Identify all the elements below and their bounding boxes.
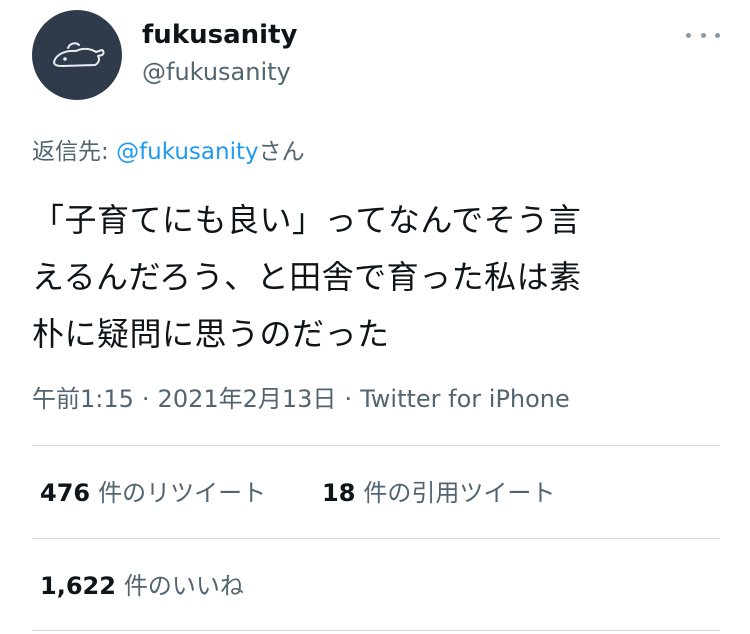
meta-separator: · bbox=[344, 385, 353, 413]
tweet-text-line: えるんだろう、と田舎で育った私は素 bbox=[32, 258, 582, 296]
reply-mention-link[interactable]: @fukusanity bbox=[116, 139, 259, 165]
tweet-text-line: 朴に疑問に思うのだった bbox=[32, 315, 390, 353]
tweet-meta: 午前1:15 · 2021年2月13日 · Twitter for iPhone bbox=[32, 382, 570, 416]
retweets-count: 476 bbox=[40, 479, 91, 507]
likes-count: 1,622 bbox=[40, 572, 116, 600]
divider bbox=[32, 630, 720, 631]
quotes-label: 件の引用ツイート bbox=[363, 479, 556, 507]
divider bbox=[32, 538, 720, 539]
tweet-time[interactable]: 午前1:15 bbox=[32, 385, 134, 413]
quotes-stat[interactable]: 18 件の引用ツイート bbox=[322, 476, 555, 510]
reply-prefix: 返信先: bbox=[32, 139, 117, 165]
divider bbox=[32, 445, 720, 446]
avatar[interactable] bbox=[32, 10, 122, 100]
retweets-label: 件のリツイート bbox=[98, 479, 267, 507]
display-name[interactable]: fukusanity bbox=[142, 18, 297, 52]
likes-label: 件のいいね bbox=[123, 572, 244, 600]
retweets-stat[interactable]: 476 件のリツイート bbox=[40, 476, 266, 510]
quotes-count: 18 bbox=[322, 479, 356, 507]
tweet-text-line: 「子育てにも良い」ってなんでそう言 bbox=[32, 201, 582, 239]
tweet-source[interactable]: Twitter for iPhone bbox=[360, 385, 570, 413]
cartoon-animal-avatar-icon bbox=[53, 42, 105, 67]
more-dot bbox=[686, 32, 691, 38]
more-dot bbox=[700, 32, 706, 38]
more-dot bbox=[715, 32, 720, 38]
more-horizontal-icon[interactable] bbox=[686, 26, 720, 44]
likes-stat[interactable]: 1,622 件のいいね bbox=[40, 569, 244, 603]
reply-suffix: さん bbox=[258, 139, 305, 165]
reply-to-line: 返信先: @fukusanityさん bbox=[32, 136, 305, 168]
tweet-date[interactable]: 2021年2月13日 bbox=[158, 385, 337, 413]
user-handle[interactable]: @fukusanity bbox=[142, 56, 291, 88]
tweet-text: 「子育てにも良い」ってなんでそう言 えるんだろう、と田舎で育った私は素 朴に疑問… bbox=[32, 192, 722, 363]
meta-separator: · bbox=[141, 385, 150, 413]
